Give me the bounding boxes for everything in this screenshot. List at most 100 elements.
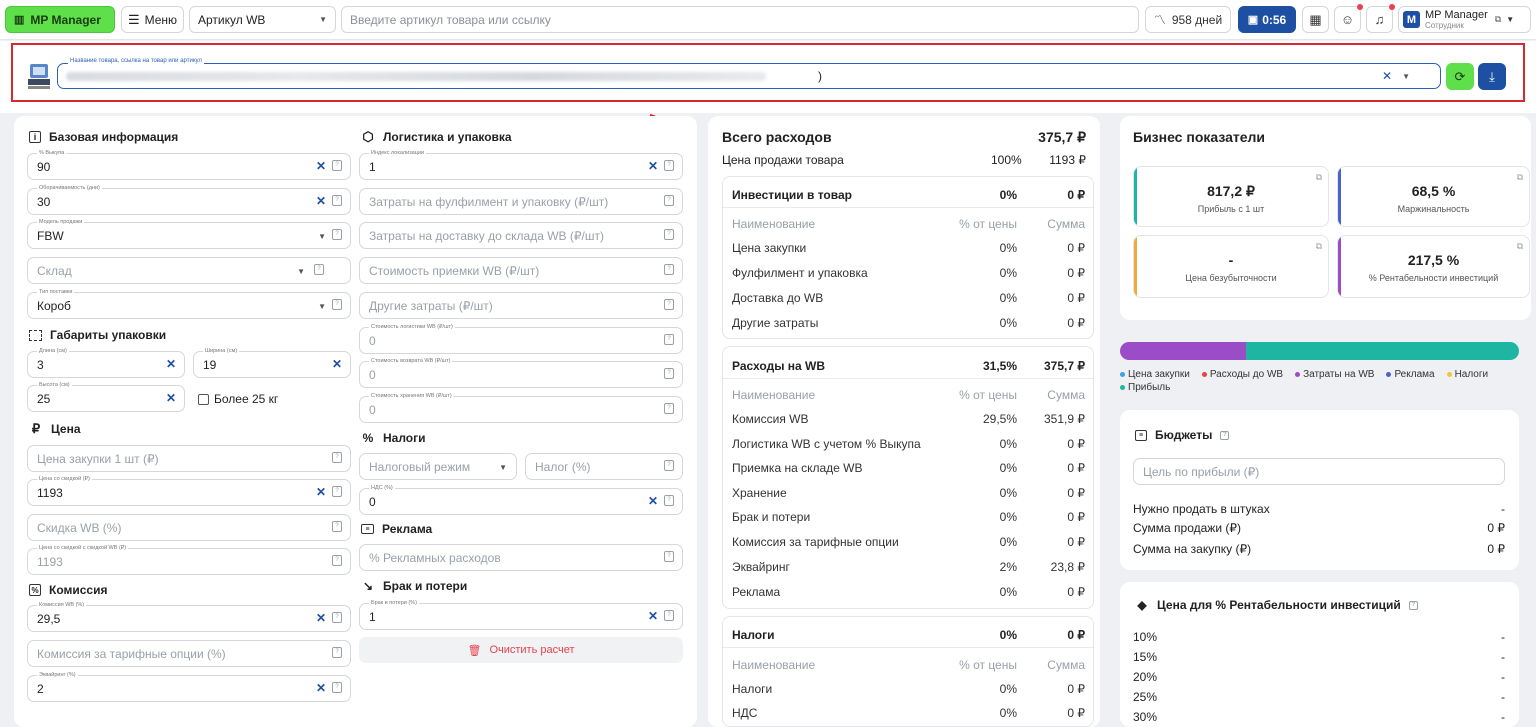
buyout-field[interactable]: % Выкупа 90 ✕ ? xyxy=(27,149,351,180)
fulfilment-cost-field[interactable]: Затраты на фулфилмент и упаковку (₽/шт) … xyxy=(359,188,683,215)
defect-field[interactable]: Брак и потери (%) 1 ✕ ? xyxy=(359,599,683,630)
table-row: Брак и потери 0% 0 ₽ xyxy=(723,510,1093,526)
turnover-field[interactable]: Оборачиваемость (дни) 30 ✕ ? xyxy=(27,184,351,215)
info-square-icon[interactable]: ? xyxy=(664,403,674,414)
clear-icon[interactable]: ✕ xyxy=(316,611,326,625)
clear-icon[interactable]: ✕ xyxy=(1382,69,1392,83)
calendar-button[interactable]: ▦ xyxy=(1302,6,1329,33)
info-square-icon[interactable]: ? xyxy=(314,264,324,275)
warehouse-select[interactable]: Склад ▼ ? xyxy=(27,257,351,284)
expense-structure-bar xyxy=(1120,342,1519,360)
legend-item: Налоги xyxy=(1446,369,1488,380)
info-square-icon[interactable]: ? xyxy=(332,521,342,532)
feedback-button[interactable]: ☺ xyxy=(1334,4,1363,33)
clear-icon[interactable]: ✕ xyxy=(316,485,326,499)
commission-field[interactable]: Комиссия WB (%) 29,5 ✕ ? xyxy=(27,601,351,632)
length-field[interactable]: Длина (см) 3 ✕ xyxy=(27,347,185,378)
ads-percent-placeholder: % Рекламных расходов xyxy=(369,551,501,565)
download-button[interactable]: ⤓ xyxy=(1478,63,1506,90)
info-square-icon[interactable]: ? xyxy=(1220,430,1230,440)
chevron-down-icon[interactable]: ▼ xyxy=(1402,72,1410,81)
ads-percent-field[interactable]: % Рекламных расходов ? xyxy=(359,544,683,571)
clear-icon[interactable]: ✕ xyxy=(648,494,658,508)
info-square-icon[interactable]: ? xyxy=(664,229,674,240)
kpi-label: % Рентабельности инвестиций xyxy=(1368,273,1499,283)
clear-icon[interactable]: ✕ xyxy=(332,357,342,371)
table-row: Реклама 0% 0 ₽ xyxy=(723,585,1093,601)
tariff-commission-field[interactable]: Комиссия за тарифные опции (%) ? xyxy=(27,640,351,667)
info-square-icon[interactable]: ? xyxy=(664,460,674,471)
clear-icon[interactable]: ✕ xyxy=(166,357,176,371)
row-name: Цена закупки xyxy=(732,241,807,255)
tax-rate-field[interactable]: Налог (%) ? xyxy=(525,453,683,480)
info-square-icon[interactable]: ? xyxy=(664,299,674,310)
over-25kg-checkbox[interactable]: Более 25 кг xyxy=(198,392,278,406)
refresh-button[interactable]: ⟳ xyxy=(1446,63,1474,90)
info-square-icon[interactable]: ? xyxy=(664,264,674,275)
row-sum: 0 ₽ xyxy=(1067,486,1085,500)
row-sum: 351,9 ₽ xyxy=(1044,412,1085,426)
info-square-icon[interactable]: ? xyxy=(332,612,342,623)
avatar: M xyxy=(1403,11,1420,28)
info-square-icon[interactable]: ? xyxy=(332,229,342,240)
delivery-cost-field[interactable]: Затраты на доставку до склада WB (₽/шт) … xyxy=(359,222,683,249)
clear-icon[interactable]: ✕ xyxy=(316,681,326,695)
info-square-icon[interactable]: ? xyxy=(664,610,674,621)
divider xyxy=(723,378,1093,379)
info-square-icon[interactable]: ? xyxy=(664,551,674,562)
search-input[interactable]: Введите артикул товара или ссылку xyxy=(341,6,1139,33)
wb-discount-field[interactable]: Скидка WB (%) ? xyxy=(27,514,351,541)
info-square-icon[interactable]: ? xyxy=(1408,600,1418,610)
product-input[interactable]: Название товара, ссылка на товар или арт… xyxy=(57,58,1441,89)
account-menu[interactable]: M MP Manager Сотрудник ⧉ ▼ xyxy=(1398,6,1531,33)
clear-icon[interactable]: ✕ xyxy=(648,159,658,173)
other-cost-field[interactable]: Другие затраты (₽/шт) ? xyxy=(359,292,683,319)
info-square-icon[interactable]: ? xyxy=(664,160,674,171)
purchase-price-field[interactable]: Цена закупки 1 шт (₽) ? xyxy=(27,445,351,472)
sale-model-select[interactable]: Модель продажи FBW ▼ ? xyxy=(27,218,351,249)
copy-icon[interactable]: ⧉ xyxy=(1517,241,1523,252)
profit-goal-field[interactable]: Цель по прибыли (₽) xyxy=(1133,458,1505,485)
chevron-down-icon: ▼ xyxy=(318,232,326,241)
notifications-button[interactable]: ♫ xyxy=(1366,4,1395,33)
checkbox-box[interactable] xyxy=(198,393,209,405)
defect-value: 1 xyxy=(369,610,376,624)
info-square-icon[interactable]: ? xyxy=(664,195,674,206)
articul-type-select[interactable]: Артикул WB ▼ xyxy=(189,6,336,33)
info-square-icon[interactable]: ? xyxy=(664,368,674,379)
info-square-icon[interactable]: ? xyxy=(332,555,342,566)
clear-icon[interactable]: ✕ xyxy=(316,194,326,208)
discount-price-field[interactable]: Цена со скидкой (₽) 1193 ✕ ? xyxy=(27,475,351,506)
info-square-icon[interactable]: ? xyxy=(664,495,674,506)
clear-icon[interactable]: ✕ xyxy=(648,609,658,623)
table-row: Комиссия за тарифные опции 0% 0 ₽ xyxy=(723,535,1093,551)
vat-field[interactable]: НДС (%) 0 ✕ ? xyxy=(359,484,683,515)
info-square-icon[interactable]: ? xyxy=(332,160,342,171)
info-square-icon[interactable]: ? xyxy=(332,195,342,206)
clear-calculation-button[interactable]: 🗑 Очистить расчет xyxy=(359,637,683,663)
copy-icon[interactable]: ⧉ xyxy=(1316,172,1322,183)
info-square-icon[interactable]: ? xyxy=(332,299,342,310)
copy-icon[interactable]: ⧉ xyxy=(1316,241,1322,252)
clear-icon[interactable]: ✕ xyxy=(316,159,326,173)
width-field[interactable]: Ширина (см) 19 ✕ xyxy=(193,347,351,378)
menu-button[interactable]: ☰ Меню xyxy=(121,6,184,33)
acquiring-field[interactable]: Эквайринг (%) 2 ✕ ? xyxy=(27,671,351,702)
height-field[interactable]: Высота (см) 25 ✕ xyxy=(27,381,185,412)
localization-index-field[interactable]: Индекс локализации 1 ✕ ? xyxy=(359,149,683,180)
info-square-icon[interactable]: ? xyxy=(332,452,342,463)
sale-price-pct: 100% xyxy=(991,153,1022,167)
info-square-icon[interactable]: ? xyxy=(332,647,342,658)
info-square-icon[interactable]: ? xyxy=(332,486,342,497)
info-square-icon[interactable]: ? xyxy=(664,334,674,345)
copy-icon[interactable]: ⧉ xyxy=(1517,172,1523,183)
subscription-days-button[interactable]: 〽 958 дней xyxy=(1145,6,1231,33)
kpi-margin-card: 68,5 % Маржинальность ⧉ xyxy=(1337,166,1530,227)
acceptance-cost-field[interactable]: Стоимость приемки WB (₽/шт) ? xyxy=(359,257,683,284)
supply-type-select[interactable]: Тип поставки Короб ▼ ? xyxy=(27,288,351,319)
info-square-icon[interactable]: ? xyxy=(332,682,342,693)
clear-icon[interactable]: ✕ xyxy=(166,391,176,405)
video-timer-button[interactable]: ▣ 0:56 xyxy=(1238,6,1296,33)
tax-mode-select[interactable]: Налоговый режим ▼ xyxy=(359,453,517,480)
logo-button[interactable]: ▥ MP Manager xyxy=(5,6,115,33)
